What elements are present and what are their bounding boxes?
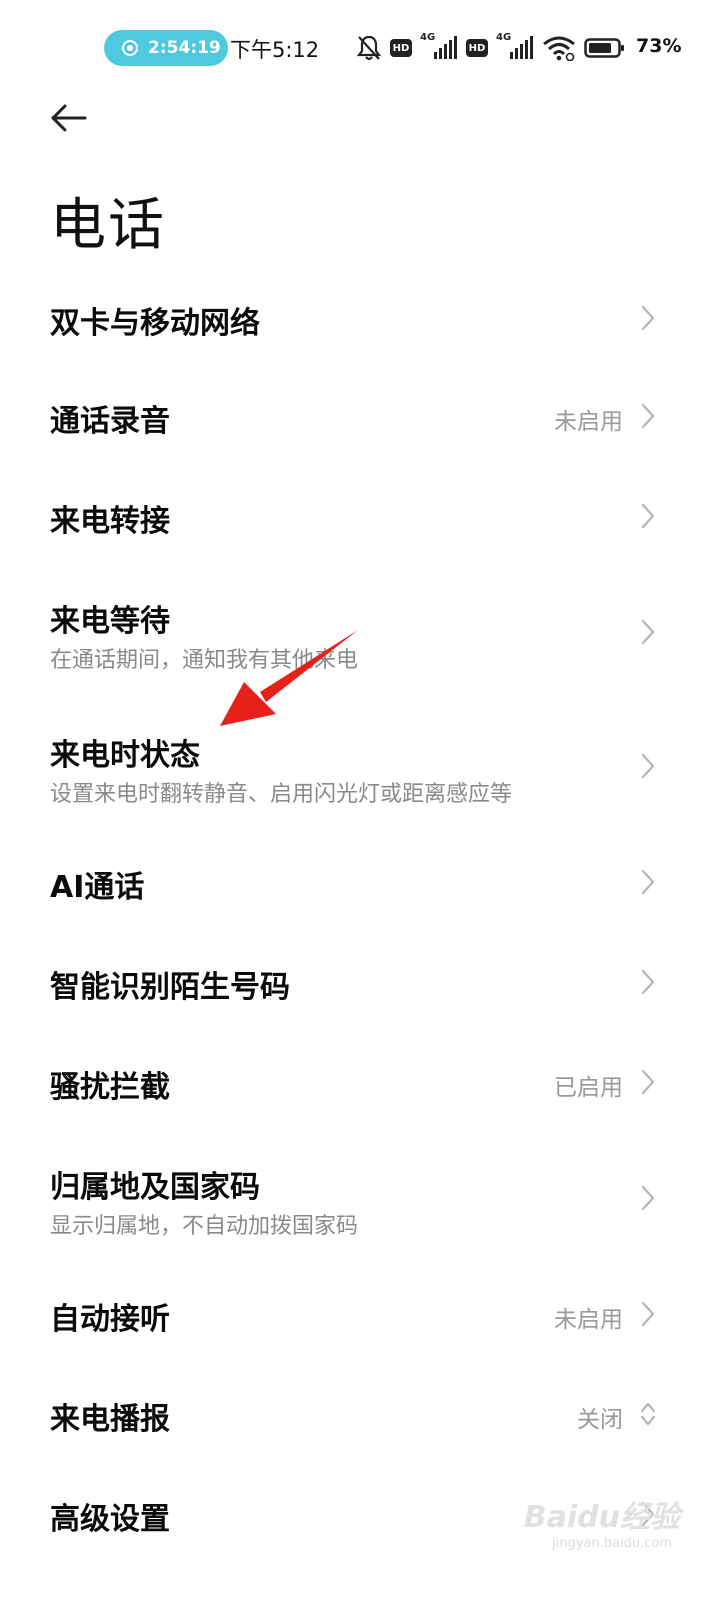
wifi-icon	[543, 36, 575, 61]
setting-subtitle: 显示归属地，不自动加拨国家码	[50, 1214, 359, 1239]
arrow-left-icon	[51, 104, 87, 132]
chevron-right-icon	[641, 969, 655, 995]
setting-title: 来电转接	[50, 504, 170, 539]
setting-row-caller-announce[interactable]: 来电播报 关闭	[0, 1386, 720, 1446]
chevron-right-icon	[641, 403, 655, 429]
battery-icon	[584, 38, 624, 58]
baidu-watermark: Baidu经验	[523, 1500, 680, 1535]
screen-recording-pill[interactable]: 2:54:19	[104, 30, 228, 66]
watermark-url: jingyan.baidu.com	[552, 1536, 672, 1551]
chevron-right-icon	[641, 305, 655, 331]
setting-row-call-forwarding[interactable]: 来电转接	[0, 488, 720, 548]
setting-row-dual-sim[interactable]: 双卡与移动网络	[0, 290, 720, 350]
setting-title: 自动接听	[50, 1302, 170, 1337]
setting-title: 来电时状态	[50, 738, 200, 773]
setting-row-ai-call[interactable]: AI通话	[0, 854, 720, 914]
setting-value: 关闭	[577, 1407, 623, 1433]
chevron-right-icon	[641, 619, 655, 645]
status-icons: HD 4G HD 4G	[356, 30, 626, 66]
setting-value: 未启用	[554, 1307, 623, 1333]
bell-off-icon	[356, 35, 382, 61]
setting-title: 通话录音	[50, 404, 170, 439]
chevron-right-icon	[641, 869, 655, 895]
page-title: 电话	[50, 193, 166, 258]
setting-value: 已启用	[554, 1075, 623, 1101]
setting-title: 双卡与移动网络	[50, 306, 260, 341]
setting-row-call-recording[interactable]: 通话录音 未启用	[0, 388, 720, 448]
status-bar: 2:54:19 下午5:12 HD 4G HD 4G 73%	[0, 0, 720, 96]
setting-title: AI通话	[50, 870, 145, 905]
chevron-right-icon	[641, 1301, 655, 1327]
setting-title: 智能识别陌生号码	[50, 970, 290, 1005]
setting-title: 骚扰拦截	[50, 1070, 170, 1105]
setting-subtitle: 设置来电时翻转静音、启用闪光灯或距离感应等	[50, 782, 513, 807]
setting-row-unknown-number-id[interactable]: 智能识别陌生号码	[0, 954, 720, 1014]
recording-timer: 2:54:19	[148, 38, 221, 58]
chevron-right-icon	[641, 1185, 655, 1211]
setting-row-incoming-call-state[interactable]: 来电时状态 设置来电时翻转静音、启用闪光灯或距离感应等	[0, 720, 720, 810]
red-arrow-icon	[220, 630, 358, 726]
setting-title: 来电播报	[50, 1402, 170, 1437]
signal-icon: 4G	[496, 32, 534, 62]
setting-row-caller-location[interactable]: 归属地及国家码 显示归属地，不自动加拨国家码	[0, 1152, 720, 1242]
hd-icon: HD	[390, 39, 412, 57]
setting-title: 来电等待	[50, 604, 170, 639]
battery-percent: 73%	[636, 35, 682, 57]
chevron-right-icon	[641, 753, 655, 779]
signal-icon: 4G	[420, 32, 458, 62]
hd-icon: HD	[466, 39, 488, 57]
chevron-updown-icon	[640, 1402, 656, 1426]
setting-title: 归属地及国家码	[50, 1170, 260, 1205]
record-icon	[122, 40, 138, 56]
chevron-right-icon	[641, 503, 655, 529]
setting-row-auto-answer[interactable]: 自动接听 未启用	[0, 1286, 720, 1346]
setting-value: 未启用	[554, 409, 623, 435]
setting-title: 高级设置	[50, 1502, 170, 1537]
setting-row-spam-blocking[interactable]: 骚扰拦截 已启用	[0, 1054, 720, 1114]
chevron-right-icon	[641, 1069, 655, 1095]
status-clock: 下午5:12	[230, 38, 320, 62]
back-button[interactable]	[48, 96, 96, 140]
